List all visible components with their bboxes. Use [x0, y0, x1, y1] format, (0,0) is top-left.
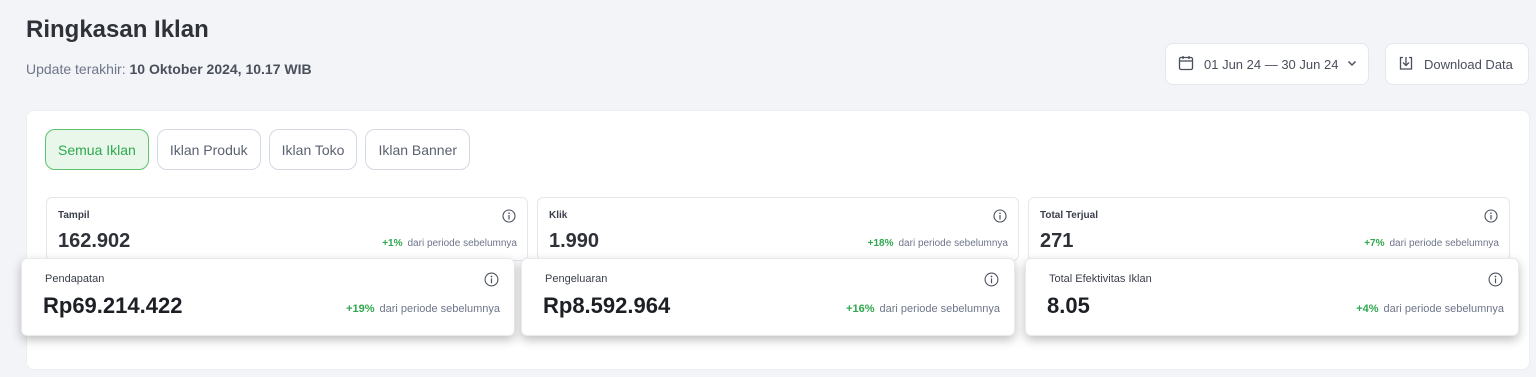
metric-change: +1% dari periode sebelumnya: [382, 238, 517, 249]
metric-value: 1.990: [549, 230, 600, 252]
info-icon[interactable]: [502, 209, 516, 223]
change-text: dari periode sebelumnya: [407, 238, 517, 249]
metric-label: Tampil: [58, 210, 90, 221]
last-updated-label: Update terakhir:: [26, 61, 126, 77]
change-percent: +7%: [1364, 238, 1385, 249]
metric-change: +7% dari periode sebelumnya: [1364, 238, 1499, 249]
metric-label: Klik: [549, 210, 568, 221]
chevron-down-icon: [1346, 57, 1358, 72]
change-percent: +18%: [867, 238, 894, 249]
last-updated-value: 10 Oktober 2024, 10.17 WIB: [129, 61, 312, 77]
tab-iklan-toko[interactable]: Iklan Toko: [268, 129, 358, 170]
tab-iklan-banner[interactable]: Iklan Banner: [365, 129, 471, 170]
info-icon[interactable]: [984, 272, 999, 287]
metric-value: 8.05: [1047, 293, 1090, 318]
info-icon[interactable]: [1484, 209, 1498, 223]
change-percent: +1%: [382, 238, 403, 249]
tab-semua-iklan[interactable]: Semua Iklan: [45, 129, 149, 170]
change-text: dari periode sebelumnya: [879, 303, 1000, 315]
date-range-label: 01 Jun 24 — 30 Jun 24: [1204, 56, 1339, 72]
metric-value: 271: [1040, 230, 1074, 252]
metric-value: 162.902: [58, 230, 131, 252]
metric-value: Rp69.214.422: [43, 293, 183, 318]
change-percent: +4%: [1356, 303, 1379, 315]
metric-change: +18% dari periode sebelumnya: [868, 238, 1008, 249]
metric-card-tampil: Tampil 162.902 +1% dari periode sebelumny…: [46, 197, 528, 261]
change-text: dari periode sebelumnya: [1383, 303, 1504, 315]
download-icon: [1398, 55, 1414, 74]
metric-card-pengeluaran: Pengeluaran Rp8.592.964 +16% dari periode…: [521, 258, 1015, 336]
metric-value: Rp8.592.964: [543, 293, 671, 318]
metric-label: Pendapatan: [45, 273, 105, 285]
info-icon[interactable]: [993, 209, 1007, 223]
info-icon[interactable]: [484, 272, 499, 287]
metric-card-total-efektivitas-iklan: Total Efektivitas Iklan 8.05 +4% dari per…: [1025, 258, 1519, 336]
change-text: dari periode sebelumnya: [1389, 238, 1499, 249]
ad-type-tabs: Semua Iklan Iklan Produk Iklan Toko Ikla…: [45, 129, 471, 170]
change-percent: +19%: [346, 303, 375, 315]
change-percent: +16%: [846, 303, 875, 315]
download-data-label: Download Data: [1424, 56, 1513, 72]
date-range-picker[interactable]: 01 Jun 24 — 30 Jun 24: [1165, 43, 1369, 85]
metric-card-total-terjual: Total Terjual 271 +7% dari periode sebelu…: [1028, 197, 1510, 261]
calendar-icon: [1178, 55, 1194, 74]
metric-change: +4% dari periode sebelumnya: [1356, 303, 1504, 315]
tab-iklan-produk[interactable]: Iklan Produk: [156, 129, 261, 170]
info-icon[interactable]: [1488, 272, 1503, 287]
metric-label: Total Efektivitas Iklan: [1049, 273, 1152, 285]
metric-change: +16% dari periode sebelumnya: [846, 303, 1000, 315]
change-text: dari periode sebelumnya: [379, 303, 500, 315]
page-title: Ringkasan Iklan: [26, 16, 209, 43]
last-updated: Update terakhir: 10 Oktober 2024, 10.17 …: [26, 61, 312, 77]
metric-label: Pengeluaran: [545, 273, 608, 285]
download-data-button[interactable]: Download Data: [1385, 43, 1529, 85]
metric-change: +19% dari periode sebelumnya: [346, 303, 500, 315]
change-text: dari periode sebelumnya: [898, 238, 1008, 249]
metric-label: Total Terjual: [1040, 210, 1098, 221]
metric-card-pendapatan: Pendapatan Rp69.214.422 +19% dari periode…: [21, 258, 515, 336]
metric-card-klik: Klik 1.990 +18% dari periode sebelumnya: [537, 197, 1019, 261]
